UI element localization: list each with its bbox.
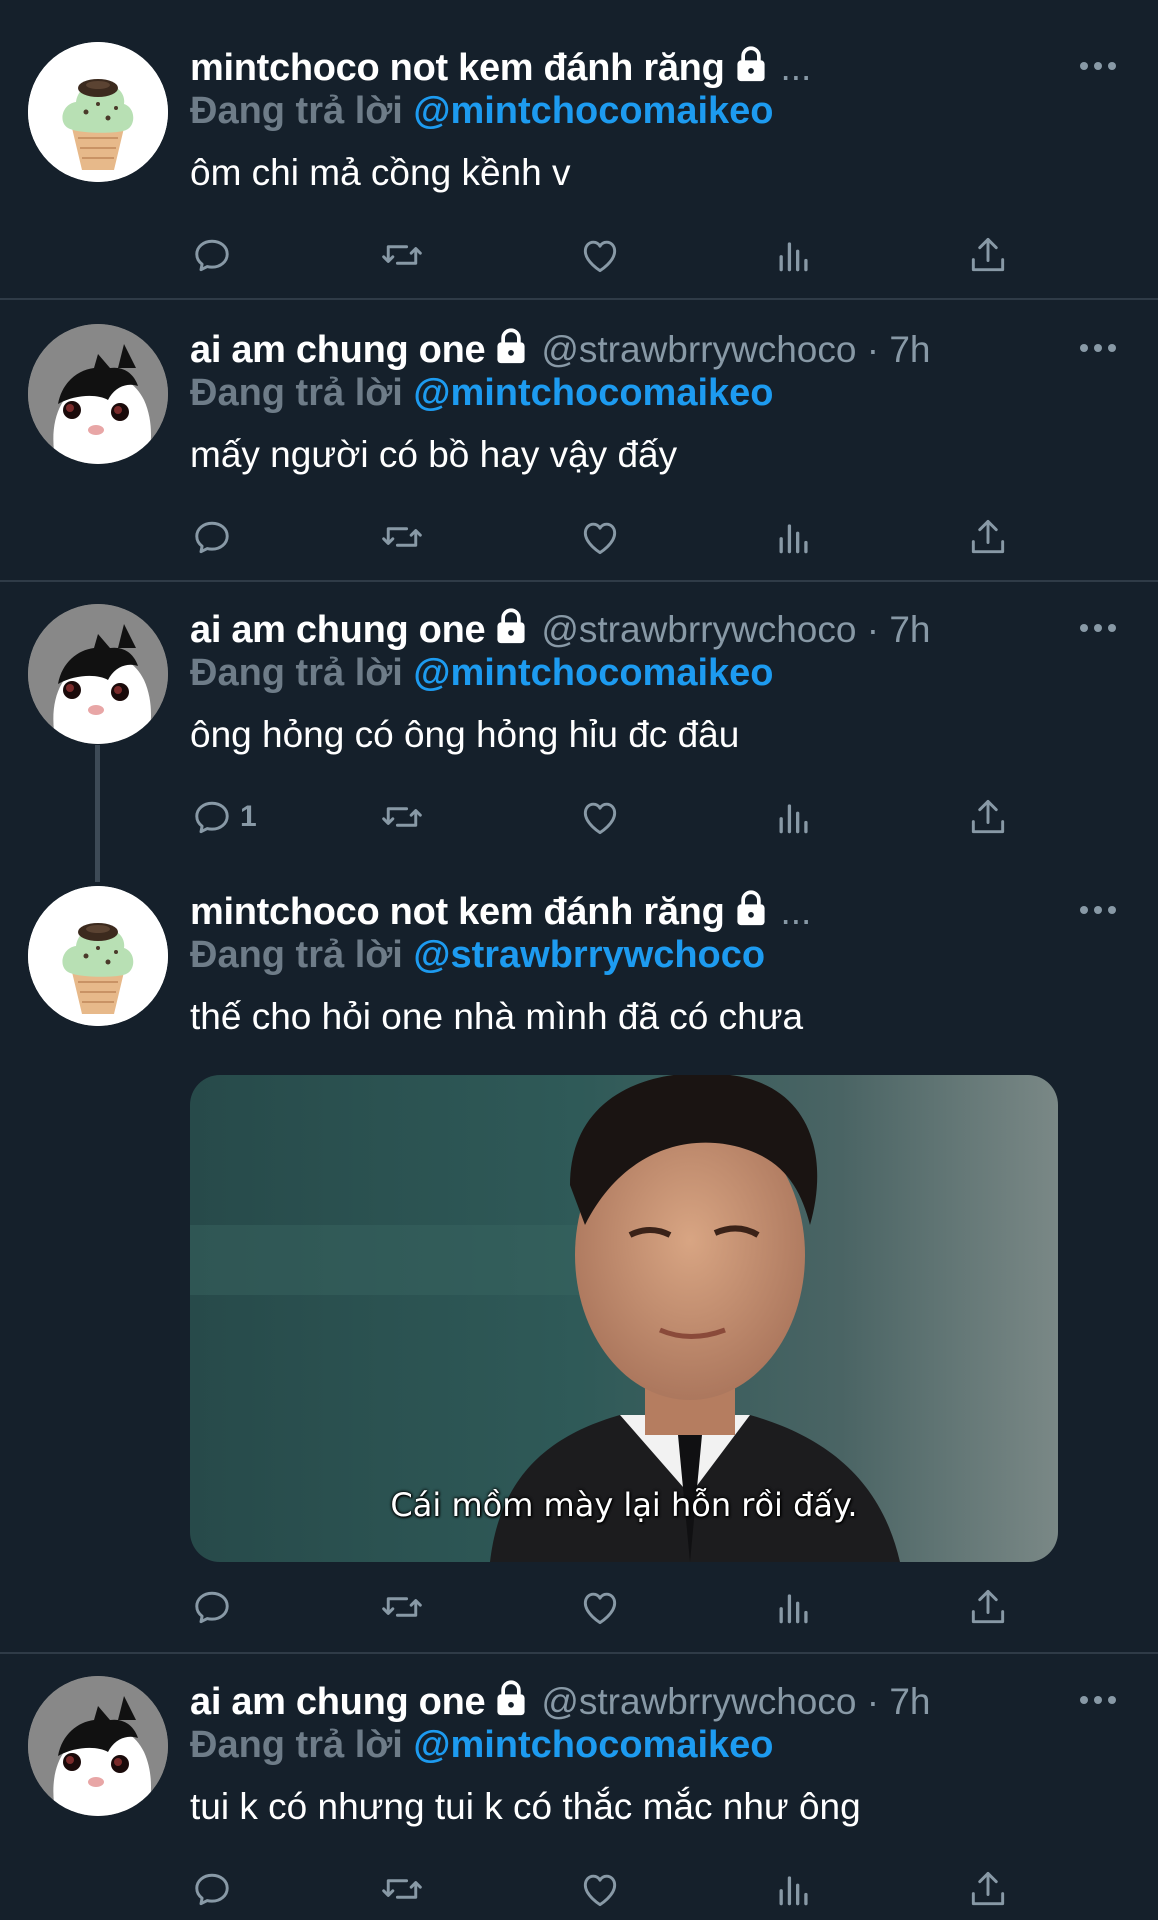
tweet-5[interactable]: ai am chung one @strawbrrywchoco · 7h Đan… [0,1654,1158,1920]
retweet-button[interactable] [380,1582,424,1632]
replying-label: Đang trả lời [190,1724,403,1766]
tweet-text: tui k có nhưng tui k có thắc mắc như ông [190,1786,861,1827]
share-icon [966,1867,1010,1911]
media-image[interactable]: Cái mồm mày lại hỗn rồi đấy. [190,1075,1058,1562]
like-icon [578,1867,622,1911]
avatar[interactable] [28,1676,168,1816]
tweet-text: thế cho hỏi one nhà mình đã có chưa [190,996,804,1037]
lock-icon [493,1678,529,1718]
display-name[interactable]: mintchoco not kem đánh răng [190,891,725,933]
tweet-actions [190,1864,1030,1914]
tweet-actions [190,1582,1030,1632]
share-icon [966,1585,1010,1629]
views-button[interactable] [772,1864,816,1914]
reply-mention[interactable]: @strawbrrywchoco [413,934,765,976]
views-icon [772,1867,816,1911]
handle-meta: ... [780,891,812,932]
reply-icon [190,1867,234,1911]
reply-button[interactable] [190,1864,234,1914]
share-button[interactable] [966,1582,1010,1632]
like-button[interactable] [578,1864,622,1914]
views-icon [772,1585,816,1629]
handle-meta: @strawbrrywchoco · 7h [541,1681,931,1722]
more-icon[interactable] [1080,906,1116,916]
retweet-icon [380,1585,424,1629]
retweet-button[interactable] [380,1864,424,1914]
tweet-header: mintchoco not kem đánh răng... [190,888,812,933]
timeline: mintchoco not kem đánh răng... Đang trả … [0,0,1158,1920]
reply-icon [190,1585,234,1629]
lock-icon [733,888,769,928]
like-button[interactable] [578,1582,622,1632]
more-icon[interactable] [1080,1696,1116,1706]
reply-mention[interactable]: @mintchocomaikeo [413,1724,773,1766]
views-button[interactable] [772,1582,816,1632]
replying-to: Đang trả lời @mintchocomaikeo [190,1724,774,1767]
tweet-header: ai am chung one @strawbrrywchoco · 7h [190,1678,931,1723]
media-caption: Cái mồm mày lại hỗn rồi đấy. [390,1486,858,1524]
share-button[interactable] [966,1864,1010,1914]
tweet-4[interactable]: mintchoco not kem đánh răng... Đang trả … [0,0,1158,1652]
display-name[interactable]: ai am chung one [190,1681,486,1723]
avatar[interactable] [28,886,168,1026]
reply-button[interactable] [190,1582,234,1632]
like-icon [578,1585,622,1629]
replying-label: Đang trả lời [190,934,403,976]
replying-to: Đang trả lời @strawbrrywchoco [190,934,765,977]
retweet-icon [380,1867,424,1911]
